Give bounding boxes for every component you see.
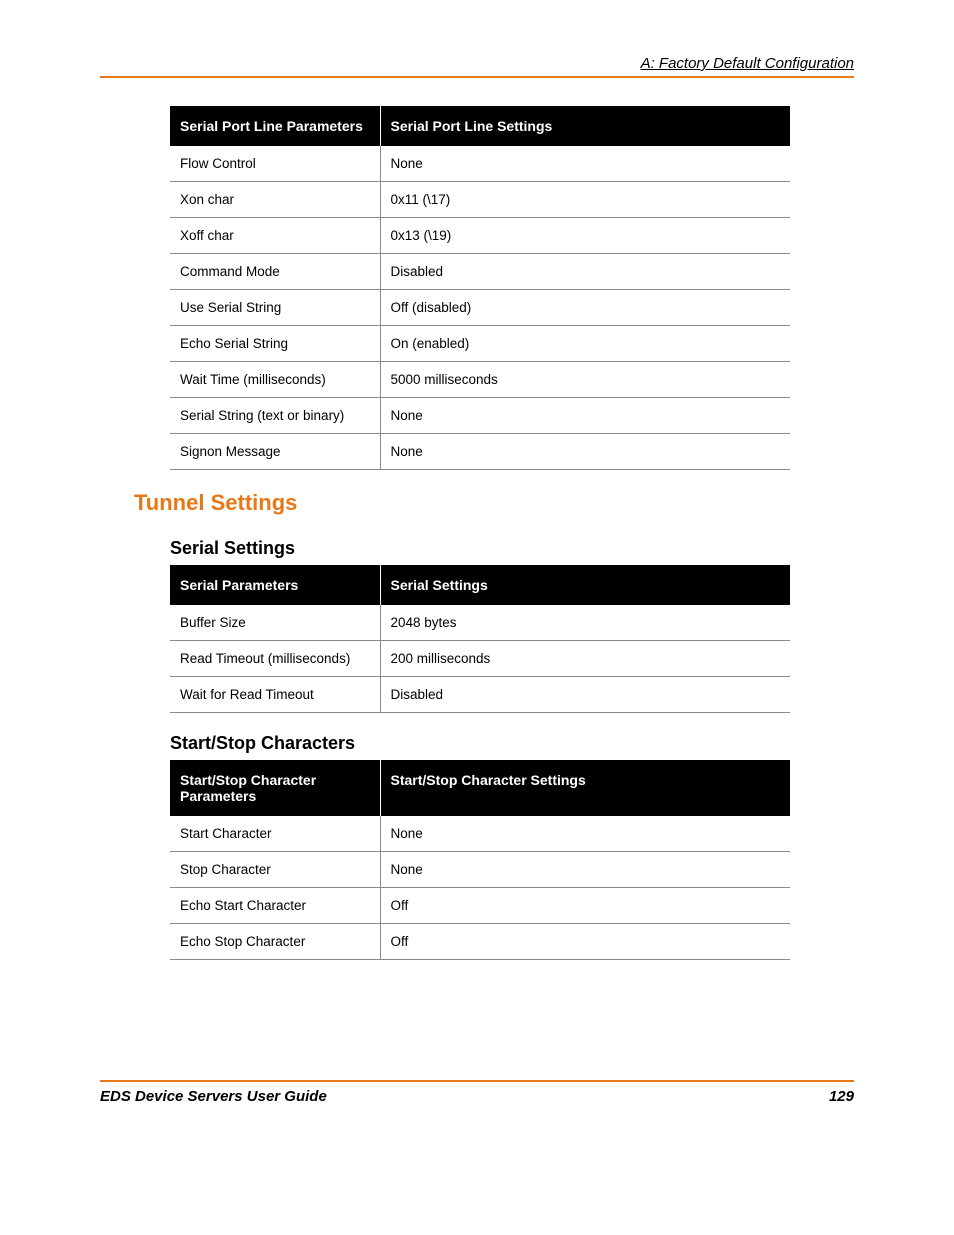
param-cell: Start Character xyxy=(170,816,380,852)
value-cell: Off (disabled) xyxy=(380,290,790,326)
table-row: Xon char0x11 (\17) xyxy=(170,182,790,218)
value-cell: 200 milliseconds xyxy=(380,641,790,677)
value-cell: 0x11 (\17) xyxy=(380,182,790,218)
table-header-param: Serial Port Line Parameters xyxy=(170,106,380,146)
table-row: Flow ControlNone xyxy=(170,146,790,182)
value-cell: 0x13 (\19) xyxy=(380,218,790,254)
table-header-value: Start/Stop Character Settings xyxy=(380,760,790,816)
param-cell: Use Serial String xyxy=(170,290,380,326)
value-cell: None xyxy=(380,398,790,434)
table-row: Echo Start CharacterOff xyxy=(170,888,790,924)
param-cell: Serial String (text or binary) xyxy=(170,398,380,434)
value-cell: None xyxy=(380,434,790,470)
table-row: Echo Serial StringOn (enabled) xyxy=(170,326,790,362)
value-cell: Disabled xyxy=(380,677,790,713)
param-cell: Read Timeout (milliseconds) xyxy=(170,641,380,677)
param-cell: Xoff char xyxy=(170,218,380,254)
value-cell: None xyxy=(380,816,790,852)
section-title-tunnel: Tunnel Settings xyxy=(134,490,854,516)
page-footer: EDS Device Servers User Guide 129 xyxy=(100,1080,854,1105)
header-rule xyxy=(100,76,854,78)
table-row: Signon MessageNone xyxy=(170,434,790,470)
table-row: Wait for Read TimeoutDisabled xyxy=(170,677,790,713)
startstop-table: Start/Stop Character Parameters Start/St… xyxy=(170,760,790,960)
subsection-title-serial: Serial Settings xyxy=(170,538,854,561)
table-header-param: Serial Parameters xyxy=(170,565,380,605)
param-cell: Buffer Size xyxy=(170,605,380,641)
footer-guide: EDS Device Servers User Guide xyxy=(100,1088,327,1105)
value-cell: On (enabled) xyxy=(380,326,790,362)
serial-settings-table: Serial Parameters Serial Settings Buffer… xyxy=(170,565,790,713)
serial-port-line-table: Serial Port Line Parameters Serial Port … xyxy=(170,106,790,470)
table-row: Stop CharacterNone xyxy=(170,852,790,888)
table-row: Serial String (text or binary)None xyxy=(170,398,790,434)
value-cell: 2048 bytes xyxy=(380,605,790,641)
page-header-appendix: A: Factory Default Configuration xyxy=(100,55,854,76)
value-cell: 5000 milliseconds xyxy=(380,362,790,398)
param-cell: Command Mode xyxy=(170,254,380,290)
table-row: Xoff char0x13 (\19) xyxy=(170,218,790,254)
param-cell: Xon char xyxy=(170,182,380,218)
value-cell: None xyxy=(380,146,790,182)
param-cell: Flow Control xyxy=(170,146,380,182)
table-header-value: Serial Settings xyxy=(380,565,790,605)
subsection-title-startstop: Start/Stop Characters xyxy=(170,733,854,756)
table-header-param: Start/Stop Character Parameters xyxy=(170,760,380,816)
value-cell: None xyxy=(380,852,790,888)
param-cell: Stop Character xyxy=(170,852,380,888)
table-row: Use Serial StringOff (disabled) xyxy=(170,290,790,326)
table-header-value: Serial Port Line Settings xyxy=(380,106,790,146)
table-row: Wait Time (milliseconds)5000 millisecond… xyxy=(170,362,790,398)
value-cell: Off xyxy=(380,924,790,960)
table-row: Read Timeout (milliseconds)200 milliseco… xyxy=(170,641,790,677)
tunnel-content: Serial Settings Serial Parameters Serial… xyxy=(170,538,854,960)
table-row: Echo Stop CharacterOff xyxy=(170,924,790,960)
param-cell: Echo Start Character xyxy=(170,888,380,924)
param-cell: Wait Time (milliseconds) xyxy=(170,362,380,398)
param-cell: Echo Stop Character xyxy=(170,924,380,960)
table-row: Start CharacterNone xyxy=(170,816,790,852)
value-cell: Disabled xyxy=(380,254,790,290)
param-cell: Wait for Read Timeout xyxy=(170,677,380,713)
table-row: Command ModeDisabled xyxy=(170,254,790,290)
table-row: Buffer Size2048 bytes xyxy=(170,605,790,641)
param-cell: Signon Message xyxy=(170,434,380,470)
footer-rule xyxy=(100,1080,854,1082)
value-cell: Off xyxy=(380,888,790,924)
footer-page-number: 129 xyxy=(829,1088,854,1105)
param-cell: Echo Serial String xyxy=(170,326,380,362)
content: Serial Port Line Parameters Serial Port … xyxy=(170,106,854,470)
